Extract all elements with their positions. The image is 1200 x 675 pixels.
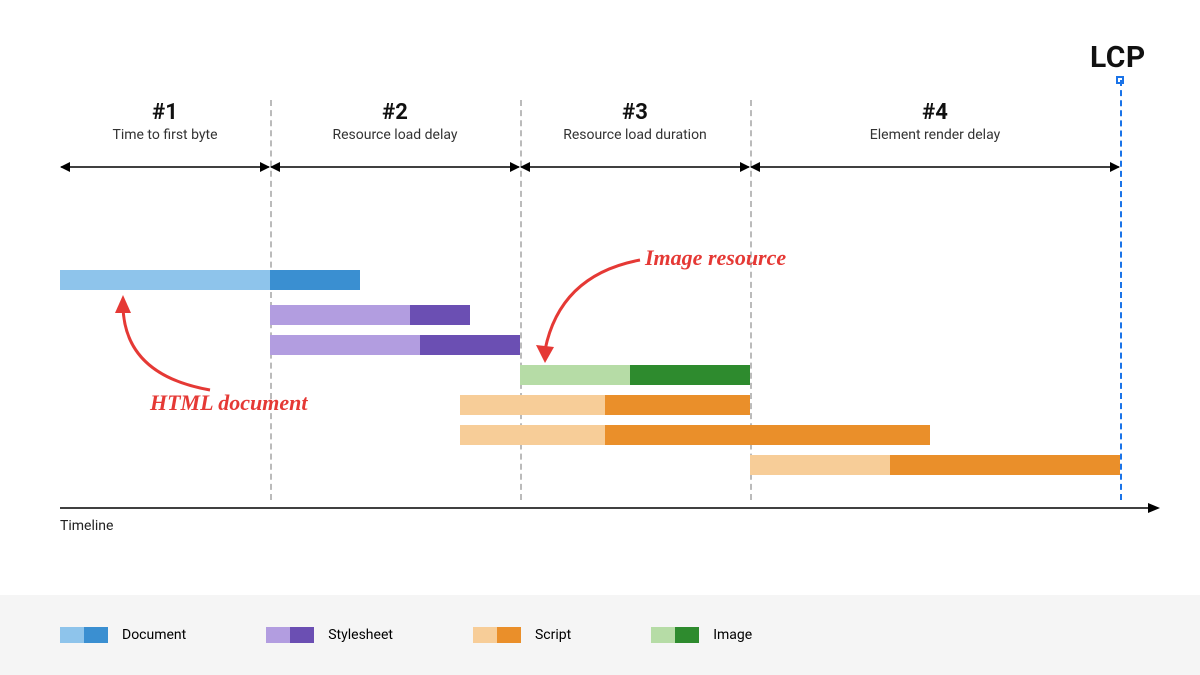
range-arrow-icon (750, 160, 1120, 174)
legend-label: Stylesheet (328, 627, 393, 643)
phase-header-1: #1 Time to first byte (60, 100, 270, 143)
legend-label: Document (122, 627, 186, 643)
bar-segment-dark (605, 425, 930, 445)
swatch-icon (60, 627, 108, 643)
bar-script (460, 395, 750, 415)
annotation-arrow-icon (105, 295, 235, 405)
phase-num: #3 (520, 100, 750, 125)
bar-document (60, 270, 360, 290)
phase-label: Time to first byte (60, 127, 270, 143)
bar-segment-dark (890, 455, 1120, 475)
lcp-marker-line (1120, 80, 1122, 500)
swatch-icon (266, 627, 314, 643)
diagram-stage: LCP #1 Time to first byte #2 Resource lo… (60, 40, 1140, 540)
lcp-label: LCP (1090, 40, 1146, 75)
legend: Document Stylesheet Script Image (0, 595, 1200, 675)
bar-segment-light (60, 270, 270, 290)
legend-label: Image (713, 627, 752, 643)
bar-segment-dark (270, 270, 360, 290)
range-arrow-icon (60, 160, 270, 174)
timeline-axis-label: Timeline (60, 518, 113, 534)
bar-script (750, 455, 1120, 475)
bar-script (460, 425, 930, 445)
phase-label: Resource load delay (270, 127, 520, 143)
bar-segment-dark (605, 395, 750, 415)
bar-segment-light (750, 455, 890, 475)
legend-item-stylesheet: Stylesheet (266, 627, 393, 643)
timeline-axis (60, 500, 1160, 519)
bar-segment-light (270, 335, 420, 355)
phase-header-4: #4 Element render delay (750, 100, 1120, 143)
annotation-arrow-icon (530, 255, 670, 375)
phase-num: #4 (750, 100, 1120, 125)
phase-label: Element render delay (750, 127, 1120, 143)
phase-num: #2 (270, 100, 520, 125)
phase-header-3: #3 Resource load duration (520, 100, 750, 143)
bar-segment-dark (410, 305, 470, 325)
legend-item-script: Script (473, 627, 571, 643)
legend-item-image: Image (651, 627, 752, 643)
range-arrow-icon (520, 160, 750, 174)
bar-segment-light (460, 395, 605, 415)
bar-stylesheet (270, 305, 470, 325)
swatch-icon (473, 627, 521, 643)
legend-label: Script (535, 627, 571, 643)
legend-item-document: Document (60, 627, 186, 643)
range-arrow-icon (270, 160, 520, 174)
bar-segment-light (460, 425, 605, 445)
phase-num: #1 (60, 100, 270, 125)
swatch-icon (651, 627, 699, 643)
phase-label: Resource load duration (520, 127, 750, 143)
bar-stylesheet (270, 335, 520, 355)
bar-segment-dark (420, 335, 520, 355)
phase-header-2: #2 Resource load delay (270, 100, 520, 143)
bar-segment-light (270, 305, 410, 325)
